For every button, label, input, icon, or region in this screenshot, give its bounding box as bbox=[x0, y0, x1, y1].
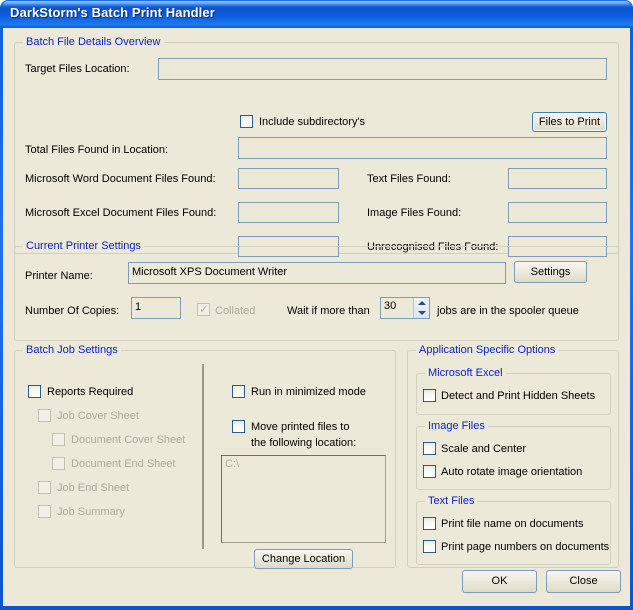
wait-threshold-value: 30 bbox=[384, 300, 397, 312]
reports-required-label: Reports Required bbox=[47, 386, 134, 398]
printer-name-input[interactable]: Microsoft XPS Document Writer bbox=[128, 262, 506, 284]
panel-divider bbox=[202, 364, 204, 549]
close-button[interactable]: Close bbox=[546, 570, 621, 593]
move-printed-files-label-line1: Move printed files to bbox=[251, 421, 350, 433]
collated-checkbox[interactable]: ✓ bbox=[197, 303, 210, 316]
document-end-sheet-label: Document End Sheet bbox=[71, 458, 176, 470]
group-label-batch-job-settings: Batch Job Settings bbox=[23, 344, 121, 356]
group-text-options: Text Files bbox=[416, 495, 611, 565]
job-cover-sheet-label: Job Cover Sheet bbox=[57, 410, 139, 422]
reports-required-checkbox[interactable] bbox=[28, 385, 41, 398]
job-summary-checkbox[interactable] bbox=[38, 505, 51, 518]
text-files-found-label: Text Files Found: bbox=[367, 173, 451, 185]
excel-files-found-input[interactable] bbox=[238, 202, 339, 223]
run-minimized-checkbox[interactable] bbox=[232, 385, 245, 398]
move-printed-files-checkbox[interactable] bbox=[232, 420, 245, 433]
job-end-sheet-label: Job End Sheet bbox=[57, 482, 130, 494]
document-cover-sheet-label: Document Cover Sheet bbox=[71, 434, 186, 446]
job-cover-sheet-checkbox[interactable] bbox=[38, 409, 51, 422]
document-cover-sheet-checkbox[interactable] bbox=[52, 433, 65, 446]
excel-files-found-label: Microsoft Excel Document Files Found: bbox=[25, 207, 217, 219]
ok-button[interactable]: OK bbox=[462, 570, 537, 593]
check-icon: ✓ bbox=[199, 302, 210, 316]
move-printed-files-label-line2: the following location: bbox=[251, 437, 357, 449]
number-of-copies-input[interactable]: 1 bbox=[131, 297, 181, 319]
scale-and-center-checkbox[interactable] bbox=[423, 442, 436, 455]
group-label-printer-settings: Current Printer Settings bbox=[23, 240, 144, 252]
group-label-image-files: Image Files bbox=[425, 420, 488, 432]
group-label-batch-file-details: Batch File Details Overview bbox=[23, 36, 164, 48]
collated-label: Collated bbox=[215, 305, 256, 317]
document-end-sheet-checkbox[interactable] bbox=[52, 457, 65, 470]
window-title: DarkStorm's Batch Print Handler bbox=[10, 5, 215, 20]
number-of-copies-label: Number Of Copies: bbox=[25, 305, 120, 317]
print-file-name-checkbox[interactable] bbox=[423, 517, 436, 530]
detect-hidden-sheets-label: Detect and Print Hidden Sheets bbox=[441, 390, 596, 402]
print-file-name-label: Print file name on documents bbox=[441, 518, 584, 530]
group-label-excel: Microsoft Excel bbox=[425, 367, 506, 379]
wait-threshold-spinner[interactable]: 30 bbox=[380, 297, 430, 319]
dialog-client-area: Batch File Details Overview Target Files… bbox=[3, 28, 630, 606]
total-files-found-input[interactable] bbox=[238, 137, 607, 159]
image-files-found-label: Image Files Found: bbox=[367, 207, 462, 219]
spinner-down-icon[interactable] bbox=[418, 311, 426, 315]
job-end-sheet-checkbox[interactable] bbox=[38, 481, 51, 494]
location-textarea[interactable]: C:\ bbox=[221, 455, 386, 543]
include-subdirectories-checkbox[interactable] bbox=[240, 115, 253, 128]
detect-hidden-sheets-checkbox[interactable] bbox=[423, 389, 436, 402]
print-page-numbers-label: Print page numbers on documents bbox=[441, 541, 610, 553]
group-label-text-files: Text Files bbox=[425, 495, 478, 507]
title-bar: DarkStorm's Batch Print Handler bbox=[0, 0, 633, 28]
files-to-print-button[interactable]: Files to Print bbox=[532, 112, 607, 132]
auto-rotate-checkbox[interactable] bbox=[423, 465, 436, 478]
text-files-found-input[interactable] bbox=[508, 168, 607, 189]
application-window: DarkStorm's Batch Print Handler Batch Fi… bbox=[0, 0, 633, 610]
group-label-application-options: Application Specific Options bbox=[416, 344, 559, 356]
job-summary-label: Job Summary bbox=[57, 506, 125, 518]
target-files-location-input[interactable] bbox=[158, 58, 607, 80]
word-files-found-label: Microsoft Word Document Files Found: bbox=[25, 173, 216, 185]
word-files-found-input[interactable] bbox=[238, 168, 339, 189]
target-files-location-label: Target Files Location: bbox=[25, 63, 130, 75]
group-image-options: Image Files bbox=[416, 420, 611, 490]
change-location-button[interactable]: Change Location bbox=[254, 549, 353, 569]
wait-threshold-suffix-label: jobs are in the spooler queue bbox=[437, 305, 579, 317]
include-subdirectories-label: Include subdirectory's bbox=[259, 116, 366, 128]
printer-settings-button[interactable]: Settings bbox=[514, 261, 587, 283]
wait-threshold-prefix-label: Wait if more than bbox=[287, 305, 370, 317]
auto-rotate-label: Auto rotate image orientation bbox=[441, 466, 583, 478]
run-minimized-label: Run in minimized mode bbox=[251, 386, 366, 398]
total-files-found-label: Total Files Found in Location: bbox=[25, 144, 169, 156]
printer-name-label: Printer Name: bbox=[25, 270, 93, 282]
image-files-found-input[interactable] bbox=[508, 202, 607, 223]
spinner-buttons[interactable] bbox=[413, 298, 429, 318]
print-page-numbers-checkbox[interactable] bbox=[423, 540, 436, 553]
scale-and-center-label: Scale and Center bbox=[441, 443, 526, 455]
spinner-up-icon[interactable] bbox=[418, 301, 426, 305]
